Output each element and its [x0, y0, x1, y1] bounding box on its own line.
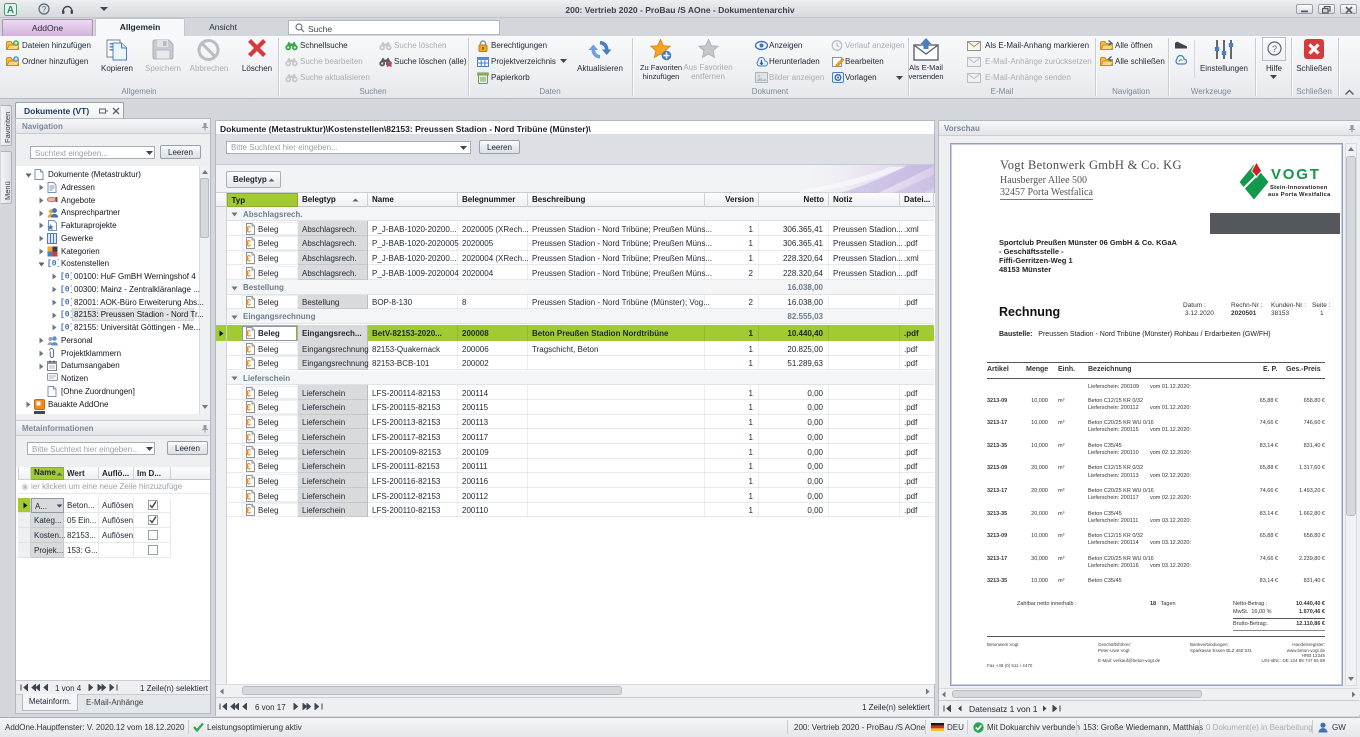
svg-text:€: € — [246, 432, 251, 442]
svg-text:€: € — [246, 388, 251, 398]
svg-text:[0]: [0] — [60, 324, 72, 332]
svg-text:[0]: [0] — [60, 298, 72, 306]
svg-text:€: € — [246, 224, 251, 234]
svg-text:€: € — [246, 462, 251, 472]
svg-text:€: € — [246, 298, 251, 308]
svg-text:?: ? — [1272, 44, 1277, 54]
svg-text:€: € — [246, 344, 251, 354]
svg-text:€: € — [246, 476, 251, 486]
svg-text:[0]: [0] — [47, 260, 59, 268]
svg-text:[0]: [0] — [60, 273, 72, 281]
svg-text:A: A — [7, 5, 14, 16]
svg-text:€: € — [246, 447, 251, 457]
svg-text:€: € — [246, 268, 251, 278]
svg-text:€: € — [246, 403, 251, 413]
svg-text:€: € — [246, 506, 251, 516]
svg-text:?: ? — [42, 5, 47, 14]
svg-text:€: € — [246, 491, 251, 501]
svg-text:[0]: [0] — [60, 311, 72, 319]
svg-text:€: € — [246, 254, 251, 264]
svg-text:[0]: [0] — [60, 285, 72, 293]
svg-text:€: € — [246, 239, 251, 249]
svg-text:€: € — [246, 329, 251, 339]
svg-text:€: € — [246, 418, 251, 428]
svg-text:€: € — [246, 359, 251, 369]
